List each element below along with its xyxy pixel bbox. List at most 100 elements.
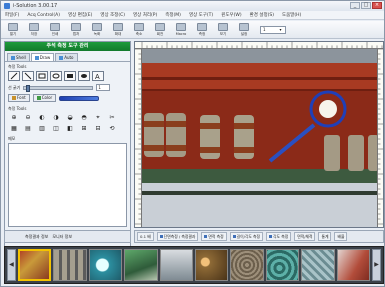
app-icon [4, 3, 10, 9]
zoom-out-icon [134, 23, 144, 31]
image-viewer[interactable] [134, 41, 384, 228]
line-width-slider[interactable] [23, 84, 94, 92]
hlines-icon[interactable]: ▤ [22, 124, 34, 133]
plus-box-icon[interactable]: ⊞ [78, 124, 90, 133]
thumbnail-6[interactable] [195, 249, 229, 281]
grid-icon[interactable]: ▦ [8, 124, 20, 133]
tab-shell[interactable]: Shell [7, 53, 30, 61]
half-circle-bottom-icon[interactable]: ◓ [78, 113, 90, 122]
rotate-button[interactable]: 회전 [151, 22, 169, 37]
main-toolbar: 열기 저장 인쇄 캡처 녹화 확대 축소 회전 Macro 측정 보기 설정 1 [1, 21, 384, 39]
vlines-icon[interactable]: ▥ [36, 124, 48, 133]
pen-icon [34, 55, 39, 60]
top-ruler [135, 42, 383, 49]
close-button[interactable]: × [372, 2, 382, 9]
menu-help[interactable]: 도움말(H) [282, 12, 301, 18]
measure-button[interactable]: 측정 [193, 22, 211, 37]
zoom-in-button[interactable]: 확대 [109, 22, 127, 37]
memo-textarea[interactable] [8, 143, 127, 227]
filled-ellipse-tool-icon[interactable] [78, 71, 90, 81]
print-button[interactable]: 인쇄 [46, 22, 64, 37]
remove-point-icon[interactable]: ⊖ [22, 113, 34, 122]
view-button[interactable]: 보기 [214, 22, 232, 37]
color-button[interactable]: Color [32, 94, 57, 102]
filled-rect-tool-icon[interactable] [64, 71, 76, 81]
gear-icon [239, 23, 249, 31]
folder-icon [8, 23, 18, 31]
diagonal-line-tool-icon[interactable] [22, 71, 34, 81]
thumbnail-3[interactable] [88, 249, 123, 281]
text-tool-icon[interactable]: A [92, 71, 104, 81]
tab-auto[interactable]: Auto [55, 53, 78, 61]
undo-icon[interactable]: ⟲ [106, 124, 118, 133]
area-icon [204, 235, 208, 238]
settings-button[interactable]: 설정 [235, 22, 253, 37]
half-circle-top-icon[interactable]: ◒ [64, 113, 76, 122]
menu-measure[interactable]: 측정(M) [165, 12, 181, 18]
capture-button[interactable]: 캡처 [67, 22, 85, 37]
menu-adjust[interactable]: 영상 조정(C) [100, 12, 125, 18]
tab-draw[interactable]: Draw [30, 53, 55, 61]
save-button[interactable]: 저장 [25, 22, 43, 37]
menu-settings[interactable]: 환경 설정(S) [250, 12, 274, 18]
slider-knob[interactable] [26, 84, 31, 92]
info-strip: 측정결과 정보 모니터 정보 [4, 230, 131, 243]
minus-box-icon[interactable]: ⊟ [92, 124, 104, 133]
magnification-button[interactable]: 0.1 배 [137, 232, 154, 241]
thumbnail-2[interactable] [53, 249, 87, 281]
thumbnail-prev-button[interactable]: ◀ [7, 249, 16, 281]
monitor-info[interactable]: 모니터 정보 [52, 234, 72, 240]
zoom-out-button[interactable]: 축소 [130, 22, 148, 37]
scissors-icon[interactable]: ✂ [106, 113, 118, 122]
font-button[interactable]: Font [8, 94, 30, 102]
zoom-select[interactable]: 1 [260, 26, 286, 34]
thumbnail-next-button[interactable]: ▶ [372, 249, 381, 281]
menu-file[interactable]: 파일(F) [5, 12, 19, 18]
right-ruler [377, 49, 383, 227]
maximize-button[interactable]: □ [361, 2, 371, 9]
panel-tabs: Shell Draw Auto [5, 51, 130, 62]
crosshair-icon[interactable]: ⌖ [92, 113, 104, 122]
section-measure-button[interactable]: 단면측정 / 측정결과 [156, 232, 199, 241]
menu-edit[interactable]: 영상 편집(E) [68, 12, 92, 18]
macro-button[interactable]: Macro [172, 22, 190, 37]
thumbnail-4[interactable] [124, 249, 158, 281]
measure-result-info[interactable]: 측정결과 정보 [25, 234, 48, 240]
font-icon [12, 96, 16, 100]
menu-tools[interactable]: 영상 도구(T) [189, 12, 213, 18]
menu-process[interactable]: 영상 처리(P) [133, 12, 157, 18]
volume-button[interactable]: 면적/체적 [294, 232, 316, 241]
thumbnail-1[interactable] [17, 249, 52, 281]
thumbnail-7[interactable] [230, 249, 264, 281]
rectangle-tool-icon[interactable] [36, 71, 48, 81]
palette-icon [36, 96, 41, 100]
add-point-icon[interactable]: ⊕ [8, 113, 20, 122]
current-color-swatch[interactable] [59, 95, 100, 101]
half-square-icon[interactable]: ◧ [64, 124, 76, 133]
open-button[interactable]: 열기 [4, 22, 22, 37]
area-measure-button[interactable]: 면적 측정 [201, 232, 227, 241]
microscope-image[interactable] [142, 49, 379, 228]
length-angle-button[interactable]: 길이/각도 측정 [229, 232, 264, 241]
thumbnail-9[interactable] [301, 249, 335, 281]
draw-tools-title: 측정 Tools [8, 64, 27, 69]
measure-toolbar: 0.1 배 단면측정 / 측정결과 면적 측정 길이/각도 측정 각도 측정 면… [134, 230, 384, 243]
half-circle-left-icon[interactable]: ◐ [36, 113, 48, 122]
angle-measure-button[interactable]: 각도 측정 [266, 232, 292, 241]
ellipse-tool-icon[interactable] [50, 71, 62, 81]
thumbnail-8[interactable] [265, 249, 300, 281]
menu-acq-control[interactable]: Acq Control(A) [27, 13, 60, 18]
statistics-button[interactable]: 통계 [318, 232, 332, 241]
line-tool-icon[interactable] [8, 71, 20, 81]
menu-window[interactable]: 윈도우(W) [221, 12, 241, 18]
video-icon [92, 23, 102, 31]
split-square-icon[interactable]: ◫ [50, 124, 62, 133]
record-button[interactable]: 녹화 [88, 22, 106, 37]
minimize-button[interactable]: _ [350, 2, 360, 9]
line-width-input[interactable]: 1 [96, 84, 111, 91]
thumbnail-10[interactable] [336, 249, 371, 281]
scale-button[interactable]: 배율 [334, 232, 348, 241]
application-window: i-Solution 3.00.17 _ □ × 파일(F) Acq Contr… [0, 0, 385, 287]
half-circle-right-icon[interactable]: ◑ [50, 113, 62, 122]
thumbnail-5[interactable] [159, 249, 194, 281]
